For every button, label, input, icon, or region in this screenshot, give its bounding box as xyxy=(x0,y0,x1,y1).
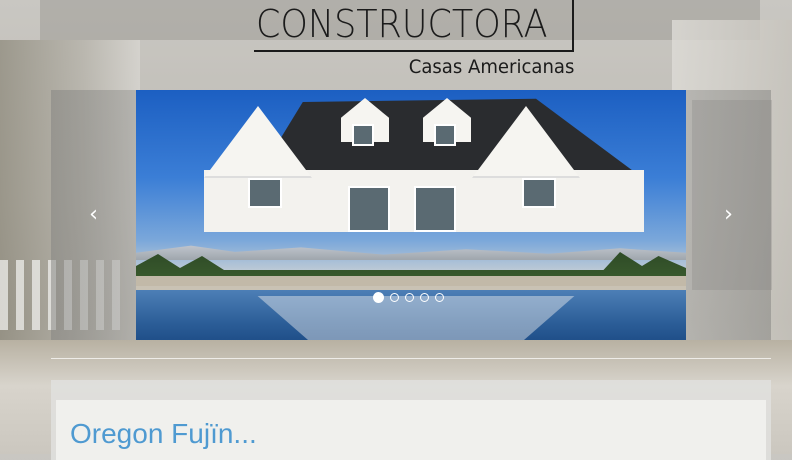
content-card: Oregon Fujïn... xyxy=(56,400,766,460)
logo-title: CONSTRUCTORA xyxy=(256,2,548,46)
carousel-indicators xyxy=(373,292,444,303)
carousel-next-button[interactable]: › xyxy=(686,90,771,340)
content-panel: Oregon Fujïn... xyxy=(51,380,771,460)
house-window xyxy=(352,124,374,146)
site-logo[interactable]: CONSTRUCTORA Casas Americanas xyxy=(254,0,576,82)
section-divider xyxy=(51,358,771,359)
logo-subtitle: Casas Americanas xyxy=(408,56,574,78)
logo-rule-vertical xyxy=(572,0,574,50)
house-window xyxy=(522,178,556,208)
carousel-indicator-5[interactable] xyxy=(435,293,444,302)
chevron-left-icon: ‹ xyxy=(89,202,98,227)
carousel-indicator-3[interactable] xyxy=(405,293,414,302)
house-window xyxy=(248,178,282,208)
image-carousel: ‹ › xyxy=(51,90,771,340)
carousel-indicator-4[interactable] xyxy=(420,293,429,302)
house-window xyxy=(434,124,456,146)
carousel-prev-button[interactable]: ‹ xyxy=(51,90,136,340)
house-door xyxy=(348,186,390,232)
carousel-indicator-1[interactable] xyxy=(373,292,384,303)
chevron-right-icon: › xyxy=(724,202,733,227)
house-door xyxy=(414,186,456,232)
logo-rule-horizontal xyxy=(254,50,574,52)
carousel-indicator-2[interactable] xyxy=(390,293,399,302)
section-heading: Oregon Fujïn... xyxy=(70,418,257,449)
